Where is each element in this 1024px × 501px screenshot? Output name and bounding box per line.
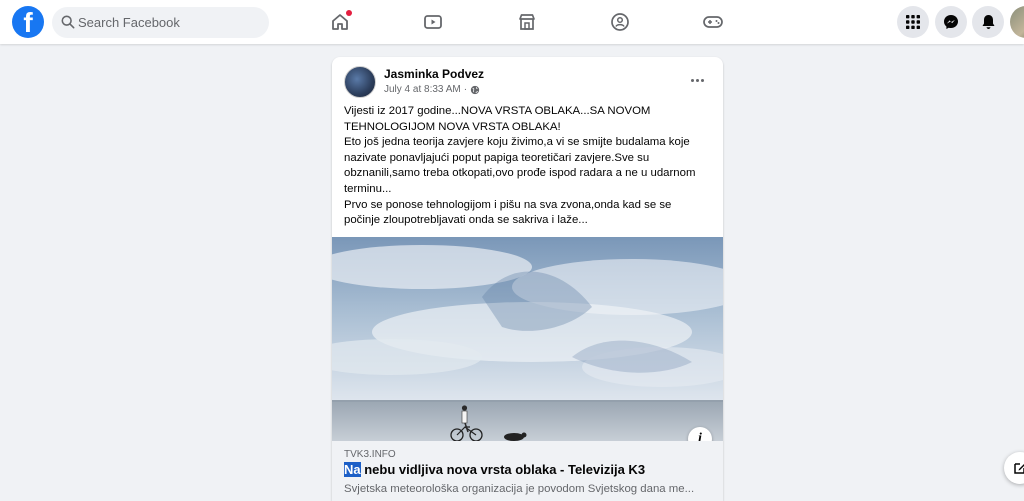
- post-text-line: TEHNOLOGIJOM NOVA VRSTA OBLAKA!: [344, 120, 561, 133]
- post-text-line: Prvo se ponose tehnologijom i pišu na sv…: [344, 198, 672, 211]
- notification-dot: [346, 10, 352, 16]
- author-avatar[interactable]: [344, 66, 376, 98]
- feed-post: Jasminka Podvez July 4 at 8:33 AM · Vije…: [332, 57, 723, 501]
- compose-icon: [1014, 463, 1024, 474]
- post-meta: July 4 at 8:33 AM ·: [384, 84, 480, 95]
- search-icon: [61, 15, 75, 29]
- post-text-line: obznanili,samo treba otkopati,ovo prođe …: [344, 167, 696, 180]
- more-dots-icon: [690, 78, 694, 82]
- link-preview-meta[interactable]: TVK3.INFO Na nebu vidljiva nova vrsta ob…: [332, 441, 723, 501]
- nav-marketplace[interactable]: [504, 6, 550, 38]
- sky-beach-photo: [332, 237, 723, 441]
- bell-icon: [982, 15, 994, 29]
- gaming-icon: [703, 16, 723, 28]
- link-description: Svjetska meteorološka organizacija je po…: [344, 483, 695, 495]
- top-navigation-bar: f: [0, 0, 1024, 44]
- nav-groups[interactable]: [597, 6, 643, 38]
- post-text-line: nazivate ponavljajući poput papiga teore…: [344, 151, 650, 164]
- notifications-button[interactable]: [972, 6, 1004, 38]
- messenger-icon: [944, 15, 958, 29]
- link-title[interactable]: Na nebu vidljiva nova vrsta oblaka - Tel…: [344, 462, 645, 477]
- video-icon: [424, 15, 442, 29]
- post-text-line: terminu...: [344, 182, 392, 195]
- nav-home[interactable]: [317, 6, 363, 38]
- link-title-text: nebu vidljiva nova vrsta oblaka - Televi…: [360, 462, 646, 477]
- messenger-button[interactable]: [935, 6, 967, 38]
- link-domain: TVK3.INFO: [344, 449, 396, 460]
- post-text-line: Eto još jedna teorija zavjere koju živim…: [344, 136, 690, 149]
- link-title-highlight: Na: [344, 462, 361, 477]
- new-message-button[interactable]: [1004, 452, 1024, 484]
- groups-icon: [611, 13, 629, 31]
- nav-gaming[interactable]: [690, 6, 736, 38]
- menu-grid-icon: [906, 15, 920, 29]
- search-box[interactable]: [52, 7, 269, 38]
- post-text-line: Vijesti iz 2017 godine...NOVA VRSTA OBLA…: [344, 105, 651, 117]
- meta-separator: ·: [463, 84, 468, 95]
- facebook-logo[interactable]: f: [12, 6, 44, 38]
- post-options-button[interactable]: [683, 68, 711, 92]
- nav-watch[interactable]: [410, 6, 456, 38]
- menu-button[interactable]: [897, 6, 929, 38]
- globe-icon: [470, 85, 480, 94]
- post-text: Vijesti iz 2017 godine...NOVA VRSTA OBLA…: [344, 104, 716, 229]
- account-avatar[interactable]: [1010, 6, 1024, 38]
- link-preview-image[interactable]: [332, 237, 723, 441]
- search-input[interactable]: [78, 7, 263, 38]
- post-timestamp[interactable]: July 4 at 8:33 AM: [384, 84, 461, 95]
- post-text-line: počinje zloupotrebljavati onda se sakriv…: [344, 214, 588, 227]
- author-name[interactable]: Jasminka Podvez: [384, 67, 484, 81]
- marketplace-icon: [519, 14, 535, 30]
